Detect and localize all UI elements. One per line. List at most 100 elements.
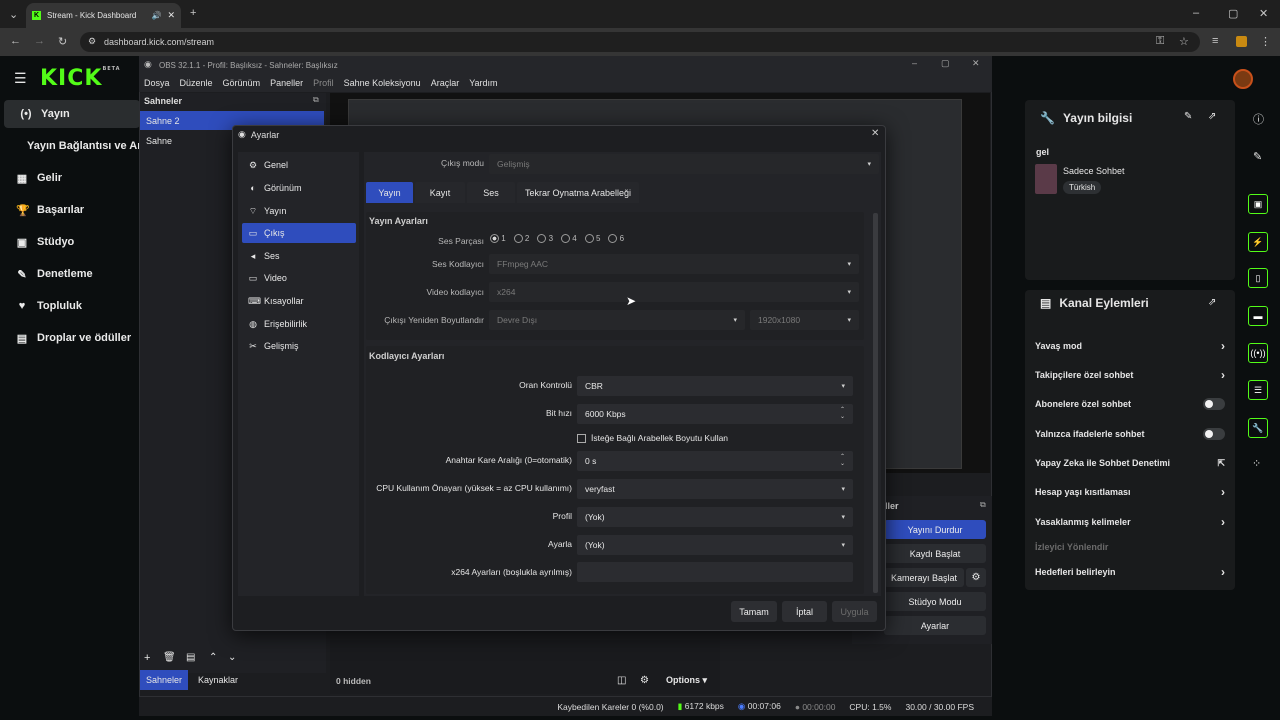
reload-icon[interactable]: ↻ xyxy=(58,35,67,48)
emote-only-toggle[interactable] xyxy=(1203,428,1225,440)
category-accessibility[interactable]: ◍ Erişebilirlik xyxy=(242,314,356,334)
action-ai-moderation[interactable]: Yapay Zeka ile Sohbet Denetimi ⇱ xyxy=(1035,452,1225,474)
x264-options-input[interactable] xyxy=(577,562,853,582)
action-banned-words[interactable]: Yasaklanmış kelimeler › xyxy=(1035,511,1225,533)
menu-tools[interactable]: Araçlar xyxy=(431,78,460,88)
menu-docks[interactable]: Paneller xyxy=(270,78,303,88)
action-emote-only[interactable]: Yalnızca ifadelerle sohbet xyxy=(1035,423,1225,445)
menu-profile[interactable]: Profil xyxy=(313,78,334,88)
cpu-preset-select[interactable]: veryfast ▾ xyxy=(577,479,853,499)
tab-sources[interactable]: Kaynaklar xyxy=(190,670,246,690)
action-slow-mode[interactable]: Yavaş mod › xyxy=(1035,335,1225,357)
remove-scene-icon[interactable]: 🗑 xyxy=(163,652,176,663)
back-icon[interactable]: ← xyxy=(10,35,21,47)
new-tab-icon[interactable]: + xyxy=(190,7,196,19)
edit-pencil-icon[interactable]: ✎ xyxy=(1184,111,1192,122)
rate-control-select[interactable]: CBR ▾ xyxy=(577,376,853,396)
obs-maximize-icon[interactable]: ▢ xyxy=(941,58,950,69)
kick-logo[interactable]: KICKBETA xyxy=(40,66,121,91)
tab-recording[interactable]: Kayıt xyxy=(415,182,465,203)
action-set-goals[interactable]: Hedefleri belirleyin › xyxy=(1035,561,1225,583)
window-close-icon[interactable]: ✕ xyxy=(1259,7,1268,20)
settings-scrollbar[interactable] xyxy=(873,213,878,593)
bookmark-star-icon[interactable]: ☆ xyxy=(1179,35,1189,48)
move-down-icon[interactable]: ⌄ xyxy=(228,652,236,663)
tab-search-icon[interactable]: ⌄ xyxy=(9,8,18,21)
custom-buffer-checkbox[interactable]: İsteğe Bağlı Arabellek Boyutu Kullan xyxy=(577,433,728,443)
settings-close-icon[interactable]: ✕ xyxy=(871,128,879,139)
category-output[interactable]: ▭ Çıkış xyxy=(242,223,356,243)
menu-help[interactable]: Yardım xyxy=(469,78,497,88)
settings-gear-icon[interactable]: ⚙ xyxy=(640,675,649,686)
category-general[interactable]: ⚙ Genel xyxy=(242,155,356,175)
category-stream[interactable]: ⌔ Yayın xyxy=(242,201,356,221)
ok-button[interactable]: Tamam xyxy=(731,601,777,622)
side-tool-2-icon[interactable]: ⚡ xyxy=(1248,232,1268,252)
subscribers-only-toggle[interactable] xyxy=(1203,398,1225,410)
media-queue-icon[interactable]: ≡ xyxy=(1212,35,1218,47)
extension-icon[interactable] xyxy=(1236,36,1247,47)
keyframe-interval-spinbox[interactable]: 0 s ⌃ ⌄ xyxy=(577,451,853,471)
controls-float-icon[interactable]: ⧉ xyxy=(980,500,986,510)
tab-streaming[interactable]: Yayın xyxy=(366,182,413,203)
camera-settings-gear-icon[interactable]: ⚙ xyxy=(966,568,986,587)
scene-filters-icon[interactable]: ▤ xyxy=(186,652,195,663)
tune-select[interactable]: (Yok) ▾ xyxy=(577,535,853,555)
layout-icon[interactable]: ◫ xyxy=(617,675,626,686)
nav-stream[interactable]: (•) Yayın xyxy=(4,100,140,128)
side-broadcast-icon[interactable]: ((•)) xyxy=(1248,343,1268,363)
category-appearance[interactable]: ◐ Görünüm xyxy=(242,178,356,198)
tab-replay-buffer[interactable]: Tekrar Oynatma Arabelleği xyxy=(517,182,639,203)
category-audio[interactable]: ◂ Ses xyxy=(242,246,356,266)
browser-menu-icon[interactable]: ⋮ xyxy=(1260,35,1271,48)
settings-button[interactable]: Ayarlar xyxy=(884,616,986,635)
cancel-button[interactable]: İptal xyxy=(782,601,827,622)
nav-revenue[interactable]: ▦ Gelir xyxy=(0,164,140,192)
nav-drops[interactable]: ▤ Droplar ve ödüller xyxy=(0,324,140,352)
action-account-age[interactable]: Hesap yaşı kısıtlaması › xyxy=(1035,481,1225,503)
popout-icon[interactable]: ⇗ xyxy=(1208,111,1216,122)
nav-studio[interactable]: ▣ Stüdyo xyxy=(0,228,140,256)
audio-track-radio[interactable]: 2 xyxy=(513,234,529,244)
audio-track-radio[interactable]: 6 xyxy=(608,234,624,244)
options-dropdown[interactable]: Options ▾ xyxy=(666,675,707,686)
action-subscribers-only[interactable]: Abonelere özel sohbet xyxy=(1035,393,1225,415)
side-tool-1-icon[interactable]: ▣ xyxy=(1248,194,1268,214)
audio-track-radio[interactable]: 1 xyxy=(490,234,506,244)
profile-select[interactable]: (Yok) ▾ xyxy=(577,507,853,527)
menu-view[interactable]: Görünüm xyxy=(223,78,261,88)
menu-file[interactable]: Dosya xyxy=(144,78,170,88)
audio-track-radio[interactable]: 3 xyxy=(537,234,553,244)
studio-mode-button[interactable]: Stüdyo Modu xyxy=(884,592,986,611)
menu-scene-collection[interactable]: Sahne Koleksiyonu xyxy=(344,78,421,88)
tab-audio[interactable]: Ses xyxy=(467,182,515,203)
tab-scenes[interactable]: Sahneler xyxy=(140,670,188,690)
start-recording-button[interactable]: Kaydı Başlat xyxy=(884,544,986,563)
dock-float-icon[interactable]: ⧉ xyxy=(313,95,319,105)
tab-audio-icon[interactable]: 🔊 xyxy=(151,11,161,20)
move-up-icon[interactable]: ⌃ xyxy=(209,652,217,663)
channel-actions-popout-icon[interactable]: ⇗ xyxy=(1208,297,1216,308)
side-wrench-icon[interactable]: 🔧 xyxy=(1248,418,1268,438)
nav-moderation[interactable]: ✎ Denetleme xyxy=(0,260,140,288)
audio-track-radio[interactable]: 5 xyxy=(584,234,600,244)
forward-icon[interactable]: → xyxy=(34,35,45,47)
browser-tab[interactable]: K Stream - Kick Dashboard 🔊 ✕ xyxy=(26,3,181,28)
audio-track-radio[interactable]: 4 xyxy=(561,234,577,244)
user-avatar[interactable] xyxy=(1233,69,1253,89)
address-bar[interactable]: ⚙ dashboard.kick.com/stream xyxy=(80,32,1200,52)
password-key-icon[interactable]: ⚿ xyxy=(1156,35,1164,48)
info-icon[interactable]: ⓘ xyxy=(1253,111,1264,127)
category-video[interactable]: ▭ Video xyxy=(242,268,356,288)
side-tool-3-icon[interactable]: ▯ xyxy=(1248,268,1268,288)
stop-streaming-button[interactable]: Yayını Durdur xyxy=(884,520,986,539)
window-minimize-icon[interactable]: – xyxy=(1193,7,1199,19)
category-advanced[interactable]: ✂ Gelişmiş xyxy=(242,336,356,356)
nav-community[interactable]: ♥ Topluluk xyxy=(0,292,140,320)
side-list-icon[interactable]: ☰ xyxy=(1248,380,1268,400)
nav-stream-key[interactable]: Yayın Bağlantısı ve Anahtar xyxy=(0,132,171,160)
apply-button[interactable]: Uygula xyxy=(832,601,877,622)
action-followers-only[interactable]: Takipçilere özel sohbet › xyxy=(1035,364,1225,386)
nav-achievements[interactable]: 🏆 Başarılar xyxy=(0,196,140,224)
obs-minimize-icon[interactable]: – xyxy=(912,58,917,68)
